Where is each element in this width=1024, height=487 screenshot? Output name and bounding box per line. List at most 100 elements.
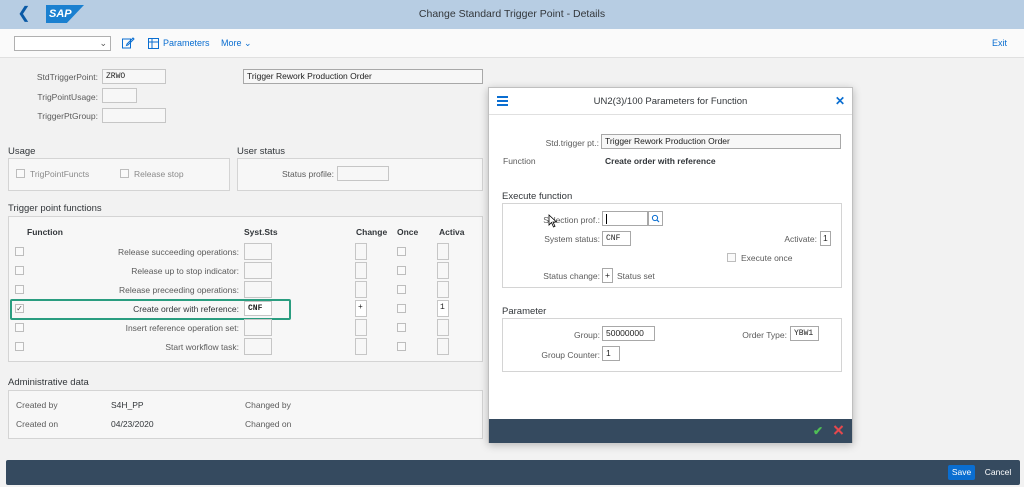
once-checkbox[interactable] <box>397 342 406 351</box>
activate-label: Activate: <box>784 234 817 244</box>
created-on-label: Created on <box>16 419 59 429</box>
footer-bar: Save Cancel <box>6 460 1020 485</box>
change-field[interactable] <box>355 319 367 336</box>
exit-button[interactable]: Exit <box>992 37 1007 50</box>
once-checkbox[interactable] <box>397 247 406 256</box>
function-label: Release preceeding operations: <box>118 285 239 295</box>
activa-field[interactable] <box>437 319 449 336</box>
confirm-check-icon[interactable]: ✔ <box>813 424 823 438</box>
function-checkbox[interactable] <box>15 342 24 351</box>
created-by-value: S4H_PP <box>111 400 144 410</box>
chevron-down-icon: ⌄ <box>99 38 107 48</box>
trig-point-usage-field[interactable] <box>102 88 137 103</box>
back-arrow-icon[interactable]: ❮ <box>14 5 34 25</box>
function-checkbox[interactable] <box>15 323 24 332</box>
edit-icon[interactable] <box>121 36 135 52</box>
changed-by-label: Changed by <box>245 400 291 410</box>
std-trigger-point-description: Trigger Rework Production Order <box>243 69 483 84</box>
shell-bar: Change Standard Trigger Point - Details … <box>0 0 1024 29</box>
once-checkbox[interactable] <box>397 304 406 313</box>
function-checkbox[interactable] <box>15 266 24 275</box>
save-button[interactable]: Save <box>948 465 975 480</box>
syst-sts-field[interactable]: CNF <box>244 301 272 316</box>
system-status-field[interactable]: CNF <box>602 231 631 246</box>
change-field[interactable]: + <box>355 300 367 317</box>
usage-group: TrigPointFuncts Release stop <box>8 158 230 191</box>
status-set-label: Status set <box>617 271 655 281</box>
activa-field[interactable]: 1 <box>437 300 449 317</box>
table-row: Start workflow task: <box>9 338 484 357</box>
parameters-icon[interactable] <box>148 38 159 51</box>
command-combobox[interactable]: ⌄ <box>14 36 111 51</box>
col-once: Once <box>397 227 419 237</box>
function-checkbox[interactable] <box>15 247 24 256</box>
syst-sts-field[interactable] <box>244 338 272 355</box>
activa-field[interactable] <box>437 243 449 260</box>
table-row-selected: ✓ Create order with reference: CNF + 1 <box>9 299 484 320</box>
activa-field[interactable] <box>437 338 449 355</box>
change-field[interactable] <box>355 243 367 260</box>
syst-sts-field[interactable] <box>244 319 272 336</box>
group-label: Group: <box>574 330 600 340</box>
trigger-point-functions-title: Trigger point functions <box>8 203 102 214</box>
status-profile-field[interactable] <box>337 166 389 181</box>
user-status-title: User status <box>237 146 286 157</box>
group-field[interactable]: 50000000 <box>602 326 655 341</box>
parameters-button[interactable]: Parameters <box>163 37 210 50</box>
page-title: Change Standard Trigger Point - Details <box>418 8 606 20</box>
function-checkbox[interactable]: ✓ <box>15 304 24 313</box>
value-help-icon[interactable] <box>648 211 663 226</box>
activa-field[interactable] <box>437 281 449 298</box>
group-counter-field[interactable]: 1 <box>602 346 620 361</box>
release-stop-checkbox[interactable] <box>120 169 129 178</box>
once-checkbox[interactable] <box>397 323 406 332</box>
order-type-field[interactable]: YBW1 <box>790 326 819 341</box>
once-checkbox[interactable] <box>397 266 406 275</box>
function-value: Create order with reference <box>605 156 716 166</box>
trig-point-functs-checkbox[interactable] <box>16 169 25 178</box>
trigger-point-functions-table: Function Syst.Sts Change Once Activa Rel… <box>8 216 483 362</box>
execute-once-checkbox[interactable] <box>727 253 736 262</box>
table-row: Release up to stop indicator: <box>9 262 484 281</box>
function-label: Create order with reference: <box>133 304 239 314</box>
table-row: Release succeeding operations: <box>9 243 484 262</box>
user-status-group: Status profile: <box>237 158 483 191</box>
function-checkbox[interactable] <box>15 285 24 294</box>
cancel-x-icon[interactable] <box>833 424 844 436</box>
order-type-label: Order Type: <box>742 330 787 340</box>
more-button[interactable]: More ⌄ <box>221 37 252 50</box>
release-stop-label: Release stop <box>134 169 184 179</box>
once-checkbox[interactable] <box>397 285 406 294</box>
close-icon[interactable]: ✕ <box>835 94 845 108</box>
change-field[interactable] <box>355 262 367 279</box>
cancel-button[interactable]: Cancel <box>983 465 1013 480</box>
change-field[interactable] <box>355 281 367 298</box>
change-field[interactable] <box>355 338 367 355</box>
system-status-label: System status: <box>544 234 600 244</box>
mouse-cursor-icon <box>548 214 558 230</box>
selection-prof-input[interactable] <box>602 211 648 226</box>
activate-field[interactable]: 1 <box>820 231 831 246</box>
status-change-field[interactable]: + <box>602 268 613 283</box>
function-label: Release up to stop indicator: <box>131 266 239 276</box>
trigger-pt-group-field[interactable] <box>102 108 166 123</box>
execute-once-label: Execute once <box>741 253 793 263</box>
parameter-group: Group: 50000000 Order Type: YBW1 Group C… <box>502 318 842 372</box>
chevron-down-icon: ⌄ <box>244 38 252 48</box>
syst-sts-field[interactable] <box>244 281 272 298</box>
trig-point-functs-label: TrigPointFuncts <box>30 169 90 179</box>
created-on-value: 04/23/2020 <box>111 419 154 429</box>
status-change-label: Status change: <box>543 271 600 281</box>
syst-sts-field[interactable] <box>244 243 272 260</box>
activa-field[interactable] <box>437 262 449 279</box>
trig-point-usage-label: TrigPointUsage: <box>37 92 98 102</box>
status-profile-label: Status profile: <box>282 169 334 179</box>
std-trigger-label: Std.trigger pt.: <box>545 138 599 148</box>
usage-title: Usage <box>8 146 36 157</box>
std-trigger-point-field[interactable]: ZRWO <box>102 69 166 84</box>
syst-sts-field[interactable] <box>244 262 272 279</box>
parameters-dialog: UN2(3)/100 Parameters for Function ✕ Std… <box>488 87 853 443</box>
std-trigger-point-label: StdTriggerPoint: <box>36 72 98 82</box>
trigger-pt-group-label: TriggerPtGroup: <box>37 111 98 121</box>
col-change: Change <box>356 227 388 237</box>
